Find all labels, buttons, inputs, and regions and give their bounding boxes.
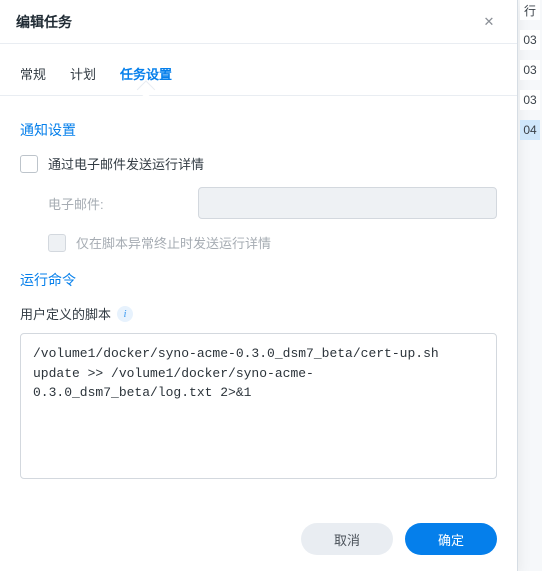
background-cell: 03 [520, 60, 540, 80]
tab-schedule[interactable]: 计划 [70, 56, 96, 95]
background-cell: 03 [520, 90, 540, 110]
tab-task-settings[interactable]: 任务设置 [120, 56, 172, 95]
background-cell: 行 [520, 0, 540, 20]
tabs: 常规 计划 任务设置 [0, 44, 517, 96]
checkbox-only-on-error [48, 234, 66, 252]
label-email-details: 通过电子邮件发送运行详情 [48, 154, 204, 173]
edit-task-dialog: 编辑任务 ✕ 常规 计划 任务设置 通知设置 通过电子邮件发送运行详情 电子邮件… [0, 0, 518, 571]
row-email-details: 通过电子邮件发送运行详情 [20, 154, 497, 173]
email-field[interactable] [198, 187, 497, 219]
label-only-on-error: 仅在脚本异常终止时发送运行详情 [76, 233, 271, 252]
row-user-script-label: 用户定义的脚本 i [20, 304, 497, 323]
dialog-title: 编辑任务 [16, 12, 477, 32]
background-cell: 03 [520, 30, 540, 50]
background-cell: 04 [520, 120, 540, 140]
info-icon[interactable]: i [117, 306, 133, 322]
background-table-strip [518, 0, 542, 571]
dialog-header: 编辑任务 ✕ [0, 0, 517, 44]
section-notify-title: 通知设置 [20, 120, 497, 140]
row-email-field: 电子邮件: [48, 187, 497, 219]
tab-general[interactable]: 常规 [20, 56, 46, 95]
cancel-button[interactable]: 取消 [301, 523, 393, 555]
label-user-script: 用户定义的脚本 [20, 304, 111, 323]
ok-button[interactable]: 确定 [405, 523, 497, 555]
dialog-footer: 取消 确定 [0, 507, 517, 571]
user-script-textarea[interactable] [20, 333, 497, 479]
dialog-body: 通知设置 通过电子邮件发送运行详情 电子邮件: 仅在脚本异常终止时发送运行详情 … [0, 96, 517, 507]
row-only-on-error: 仅在脚本异常终止时发送运行详情 [48, 233, 497, 252]
section-run-title: 运行命令 [20, 270, 497, 290]
close-icon[interactable]: ✕ [477, 10, 501, 34]
label-email: 电子邮件: [48, 194, 198, 213]
checkbox-email-details[interactable] [20, 155, 38, 173]
